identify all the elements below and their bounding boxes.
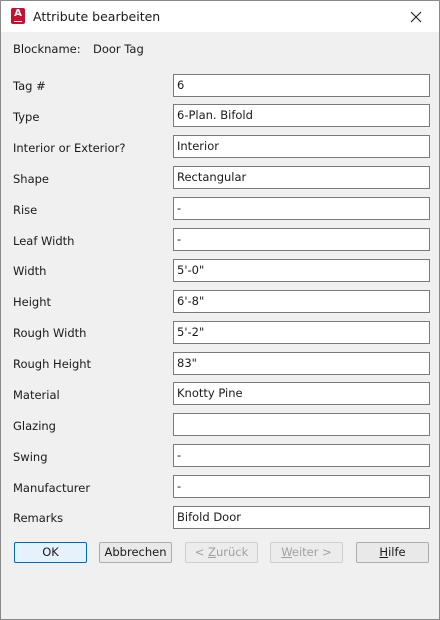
attribute-field-rise[interactable]: - <box>173 197 430 220</box>
attribute-field-manufacturer[interactable]: - <box>173 475 430 498</box>
cancel-button[interactable]: Abbrechen <box>99 542 172 563</box>
attribute-label-material: Material <box>13 388 60 402</box>
autocad-app-icon: A <box>11 8 25 24</box>
attribute-field-material[interactable]: Knotty Pine <box>173 382 430 405</box>
close-icon <box>410 11 422 22</box>
attribute-label-leaf-width: Leaf Width <box>13 234 75 248</box>
blockname-value: Door Tag <box>93 42 144 56</box>
title-bar: A Attribute bearbeiten <box>1 1 439 32</box>
edit-attributes-dialog: A Attribute bearbeiten Blockname: Door T… <box>0 0 440 620</box>
attribute-field-width[interactable]: 5'-0" <box>173 259 430 282</box>
attribute-field-glazing[interactable] <box>173 413 430 436</box>
attribute-label-glazing: Glazing <box>13 419 56 433</box>
attribute-field-tag[interactable]: 6 <box>173 74 430 97</box>
attribute-label-rough-width: Rough Width <box>13 326 87 340</box>
attribute-label-rise: Rise <box>13 203 38 217</box>
attribute-field-interior-exterior[interactable]: Interior <box>173 135 430 158</box>
dialog-content: Blockname: Door Tag Tag # 6 Type 6-Plan.… <box>1 32 439 619</box>
attribute-label-interior-exterior: Interior or Exterior? <box>13 141 126 155</box>
next-button[interactable]: Weiter > <box>270 542 343 563</box>
attribute-field-rough-height[interactable]: 83" <box>173 352 430 375</box>
help-button[interactable]: Hilfe <box>356 542 429 563</box>
attribute-label-shape: Shape <box>13 172 50 186</box>
close-button[interactable] <box>393 1 439 32</box>
attribute-label-width: Width <box>13 264 47 278</box>
attribute-label-remarks: Remarks <box>13 511 64 525</box>
dialog-title: Attribute bearbeiten <box>33 9 161 24</box>
attribute-label-type: Type <box>13 110 40 124</box>
attribute-field-height[interactable]: 6'-8" <box>173 290 430 313</box>
attribute-label-manufacturer: Manufacturer <box>13 481 91 495</box>
attribute-field-rough-width[interactable]: 5'-2" <box>173 321 430 344</box>
attribute-label-rough-height: Rough Height <box>13 357 92 371</box>
back-button[interactable]: < Zurück <box>185 542 258 563</box>
attribute-field-swing[interactable]: - <box>173 444 430 467</box>
attribute-label-height: Height <box>13 295 52 309</box>
attribute-label-swing: Swing <box>13 450 48 464</box>
ok-button[interactable]: OK <box>14 542 87 563</box>
attribute-label-tag: Tag # <box>13 79 46 93</box>
attribute-field-shape[interactable]: Rectangular <box>173 166 430 189</box>
attribute-field-remarks[interactable]: Bifold Door <box>173 506 430 529</box>
attribute-field-leaf-width[interactable]: - <box>173 228 430 251</box>
attribute-field-type[interactable]: 6-Plan. Bifold <box>173 104 430 127</box>
blockname-label: Blockname: <box>13 42 81 56</box>
